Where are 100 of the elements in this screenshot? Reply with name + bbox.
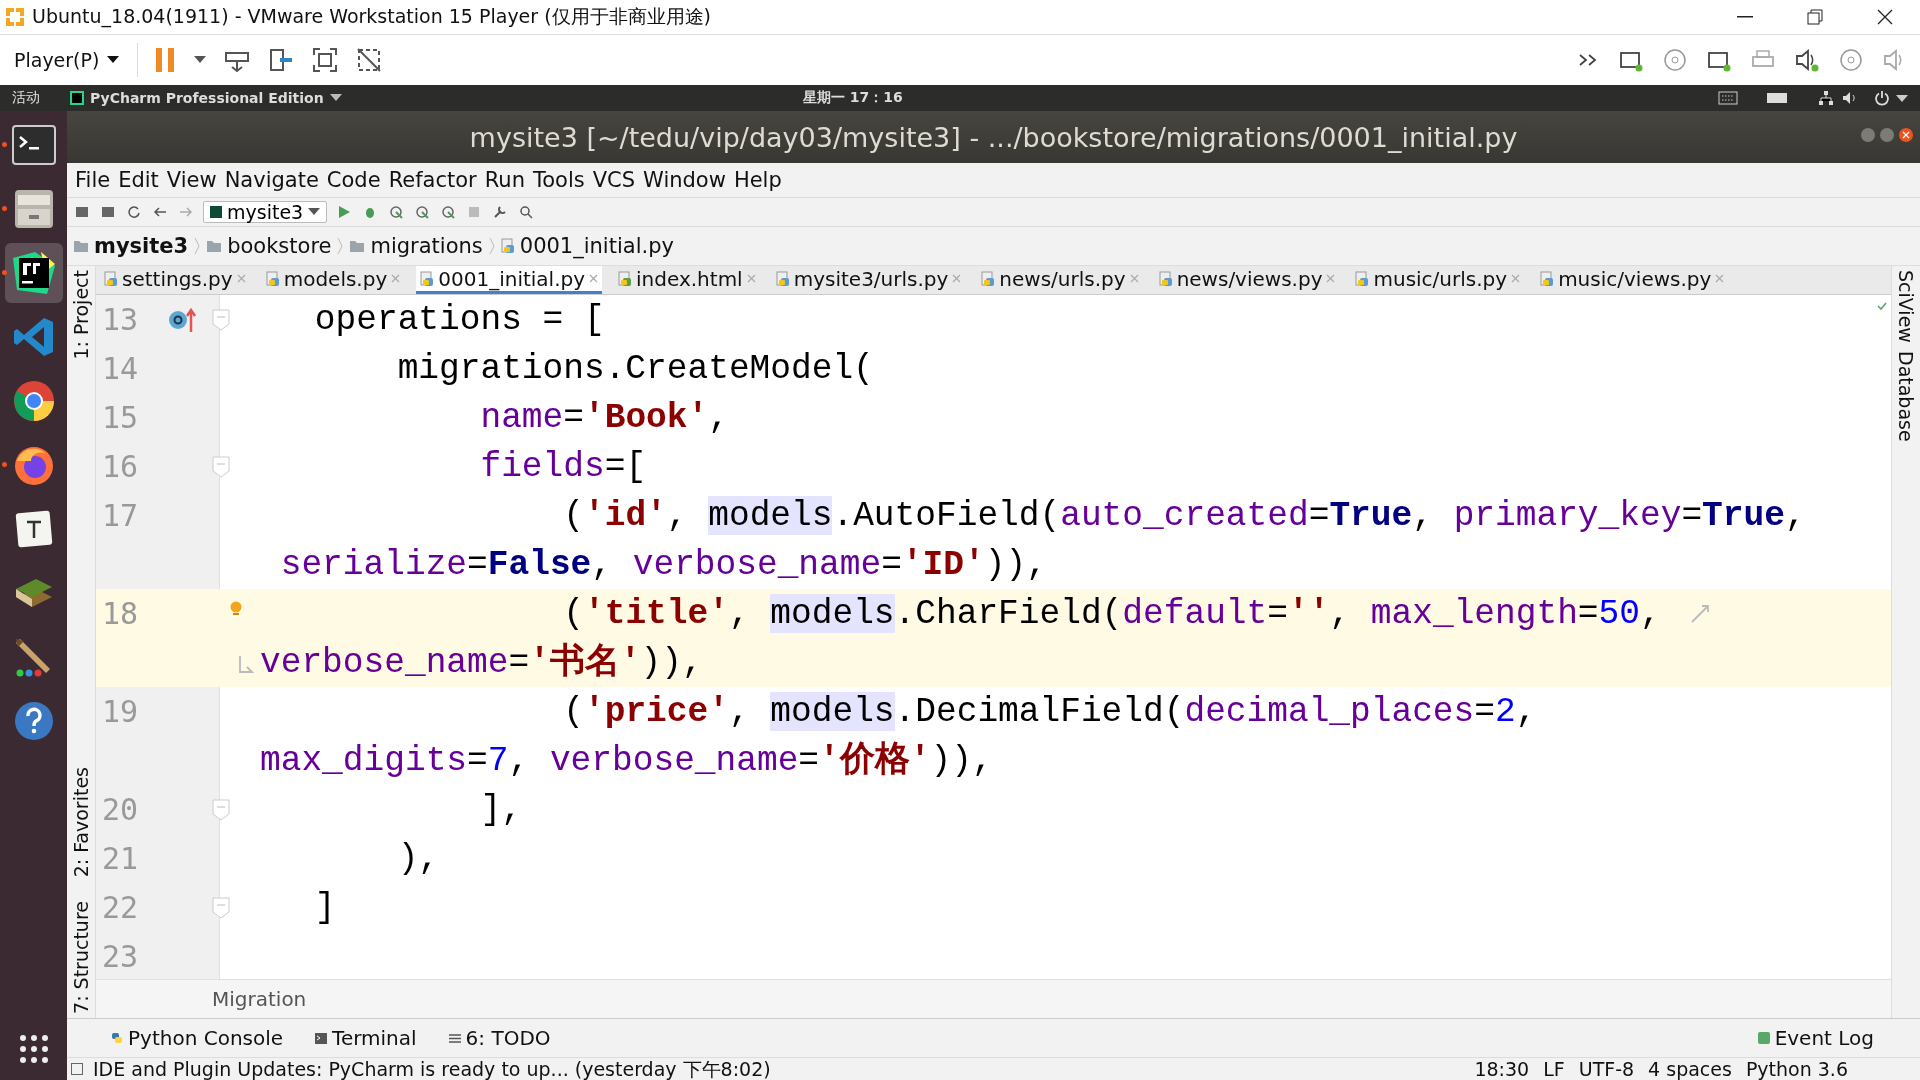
window-title: mysite3 [~/tedu/vip/day03/mysite3] - .../bookstore/migrations/0001_initial.py	[469, 121, 1518, 153]
python-file-icon	[775, 270, 790, 287]
code-breadcrumb[interactable]: Migration	[206, 986, 313, 1012]
code-line: ('title', models.CharField(default='', max_length=50,	[562, 593, 1661, 635]
line-number: 17	[101, 497, 140, 535]
editor-tab[interactable]: mysite3/urls.py	[771, 266, 966, 294]
line-number: 16	[101, 448, 140, 486]
status-item[interactable]: Python 3.6	[1743, 1058, 1850, 1080]
breadcrumb-item[interactable]: bookstore	[206, 234, 332, 258]
tool-window-button[interactable]: 6: TODO	[442, 1025, 557, 1051]
vmware-logo-icon	[4, 6, 26, 28]
code-line: max_digits=7, verbose_name='价格')),	[260, 740, 993, 782]
caret-icon	[329, 94, 342, 102]
pycharm-icon	[70, 91, 84, 105]
terminal-icon	[315, 1032, 328, 1044]
caret-icon	[107, 56, 120, 64]
python-file-icon	[1355, 270, 1370, 287]
menu-item[interactable]: View	[162, 168, 221, 192]
sync-icon[interactable]	[125, 203, 143, 221]
line-number: 13	[101, 301, 140, 339]
editor-tab[interactable]: music/views.py	[1536, 266, 1729, 294]
python-file-icon	[981, 270, 996, 287]
menu-item[interactable]: Code	[322, 168, 385, 192]
editor-tab[interactable]: models.py	[261, 266, 405, 294]
status-item[interactable]: UTF-8	[1576, 1058, 1637, 1080]
menu-item[interactable]: Edit	[114, 168, 163, 192]
tool-window-button[interactable]: Python Console	[105, 1025, 290, 1051]
folder-icon	[206, 239, 223, 253]
menu-item[interactable]: Navigate	[220, 168, 323, 192]
python-file-icon	[618, 270, 633, 287]
code-line: ],	[479, 789, 522, 831]
folder-icon	[73, 239, 89, 253]
project-tool-button[interactable]: 1: Project	[70, 266, 92, 364]
side-tool-button[interactable]: Database	[1895, 346, 1917, 446]
python-file-icon	[1158, 270, 1173, 287]
power-icon	[1874, 90, 1890, 106]
close-icon	[1877, 9, 1893, 25]
chevron-icon	[194, 237, 201, 255]
menu-item[interactable]: VCS	[588, 168, 640, 192]
side-tool-button[interactable]: SciView	[1895, 266, 1917, 347]
caret-icon	[1896, 95, 1908, 103]
line-number: 19	[101, 693, 140, 731]
python-file-icon	[265, 270, 280, 287]
editor-tab[interactable]: settings.py	[100, 266, 250, 294]
code-line: ('id', models.AutoField(auto_created=True, primary_key=True,	[562, 495, 1806, 537]
chevron-icon	[488, 237, 495, 255]
fold-marker[interactable]	[212, 897, 230, 919]
editor-tab[interactable]: news/views.py	[1154, 266, 1340, 294]
menu-item[interactable]: Run	[480, 168, 529, 192]
line-number: 18	[101, 595, 140, 633]
player-menu[interactable]: Player(P)	[10, 45, 124, 75]
status-item[interactable]: LF	[1541, 1058, 1567, 1080]
fold-marker[interactable]	[212, 309, 230, 331]
breadcrumb-item[interactable]: migrations	[349, 234, 483, 258]
close-button[interactable]	[1898, 127, 1914, 143]
fold-marker[interactable]	[212, 799, 230, 821]
breadcrumb-item[interactable]: mysite3	[73, 234, 189, 258]
line-number: 14	[101, 350, 140, 388]
caret-icon	[308, 208, 321, 216]
dock-item[interactable]	[4, 243, 63, 303]
editor-tab[interactable]: index.html	[614, 266, 760, 294]
event-log-button[interactable]: Event Log	[1751, 1025, 1880, 1051]
menu-item[interactable]: Refactor	[384, 168, 481, 192]
fold-marker[interactable]	[212, 456, 230, 478]
python-file-icon	[420, 270, 435, 287]
list-icon	[448, 1032, 461, 1044]
editor-tab[interactable]: news/urls.py	[977, 266, 1143, 294]
menu-item[interactable]: Tools	[529, 168, 589, 192]
chevron-icon	[337, 237, 344, 255]
tool-window-button[interactable]: Terminal	[309, 1025, 423, 1051]
line-number: 20	[101, 791, 140, 829]
volume-icon	[1842, 90, 1858, 106]
menu-item[interactable]: Help	[729, 168, 786, 192]
menu-item[interactable]: Window	[639, 168, 730, 192]
app-menu[interactable]: PyCharm Professional Edition	[64, 89, 348, 107]
minimize-button[interactable]	[1860, 127, 1876, 143]
wrap-icon	[238, 654, 254, 674]
status-message: IDE and Plugin Updates: PyCharm is ready to up... (yesterday 下午8:02)	[93, 1058, 771, 1080]
structure-tool-button[interactable]: 7: Structure	[70, 897, 92, 1018]
python-file-icon	[104, 270, 118, 287]
code-line: migrations.CreateModel(	[396, 348, 874, 390]
favorites-tool-button[interactable]: 2: Favorites	[70, 762, 92, 882]
code-line: serialize=False, verbose_name='ID')),	[279, 544, 1047, 586]
restore-icon	[1807, 9, 1823, 25]
editor-tab[interactable]: 0001_initial.py	[416, 266, 603, 294]
browser-icon	[11, 379, 56, 423]
editor-tab[interactable]: music/urls.py	[1351, 266, 1525, 294]
run-configuration[interactable]: mysite3	[203, 201, 328, 223]
menu-item[interactable]: File	[71, 168, 115, 192]
status-item[interactable]: 18:30	[1472, 1058, 1532, 1080]
line-number: 21	[101, 840, 140, 878]
code-line: fields=[	[479, 446, 647, 488]
activities-button[interactable]: 活动	[12, 89, 40, 107]
window-icon[interactable]	[71, 1063, 83, 1075]
line-number: 23	[101, 938, 140, 976]
code-line: ]	[313, 887, 336, 929]
code-line: verbose_name='书名')),	[260, 641, 703, 684]
status-item[interactable]: 4 spaces	[1646, 1058, 1734, 1080]
code-line: ),	[396, 838, 440, 880]
breadcrumb-item[interactable]: 0001_initial.py	[500, 234, 674, 258]
